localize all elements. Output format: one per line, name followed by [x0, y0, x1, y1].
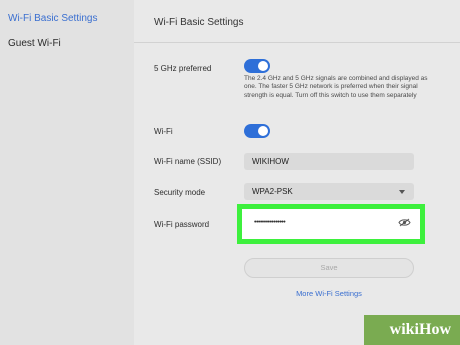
security-mode-select[interactable]: WPA2-PSK: [244, 183, 414, 200]
toggle-knob: [258, 126, 268, 136]
wifi-password-field[interactable]: ••••••••••••••••: [237, 204, 425, 244]
wifi-password-label: Wi-Fi password: [154, 220, 210, 229]
save-button[interactable]: Save: [244, 258, 414, 278]
sidebar-item-guest-wifi[interactable]: Guest Wi-Fi: [8, 38, 61, 49]
sidebar: Wi-Fi Basic Settings Guest Wi-Fi: [0, 0, 128, 345]
wikihow-watermark: wikiHow: [364, 315, 460, 345]
settings-panel: Wi-Fi Basic Settings 5 GHz preferred The…: [134, 0, 460, 345]
divider: [134, 42, 460, 43]
wikihow-logo: wikiHow: [389, 321, 451, 338]
toggle-knob: [258, 61, 268, 71]
wifi-label: Wi-Fi: [154, 127, 173, 136]
security-mode-value: WPA2-PSK: [252, 187, 293, 196]
chevron-down-icon: [399, 190, 405, 194]
hide-password-icon[interactable]: [398, 218, 411, 227]
more-wifi-settings-link[interactable]: More Wi-Fi Settings: [244, 289, 414, 298]
ghz-preferred-label: 5 GHz preferred: [154, 64, 212, 73]
ghz-preferred-description: The 2.4 GHz and 5 GHz signals are combin…: [244, 75, 428, 99]
ssid-input[interactable]: WIKIHOW: [244, 153, 414, 170]
page-title: Wi-Fi Basic Settings: [154, 17, 244, 28]
ghz-preferred-toggle[interactable]: [244, 59, 270, 73]
sidebar-item-wifi-basic-settings[interactable]: Wi-Fi Basic Settings: [8, 13, 97, 24]
wifi-password-value: ••••••••••••••••: [254, 219, 286, 226]
security-mode-label: Security mode: [154, 188, 206, 197]
ssid-label: Wi-Fi name (SSID): [154, 157, 222, 166]
wifi-toggle[interactable]: [244, 124, 270, 138]
